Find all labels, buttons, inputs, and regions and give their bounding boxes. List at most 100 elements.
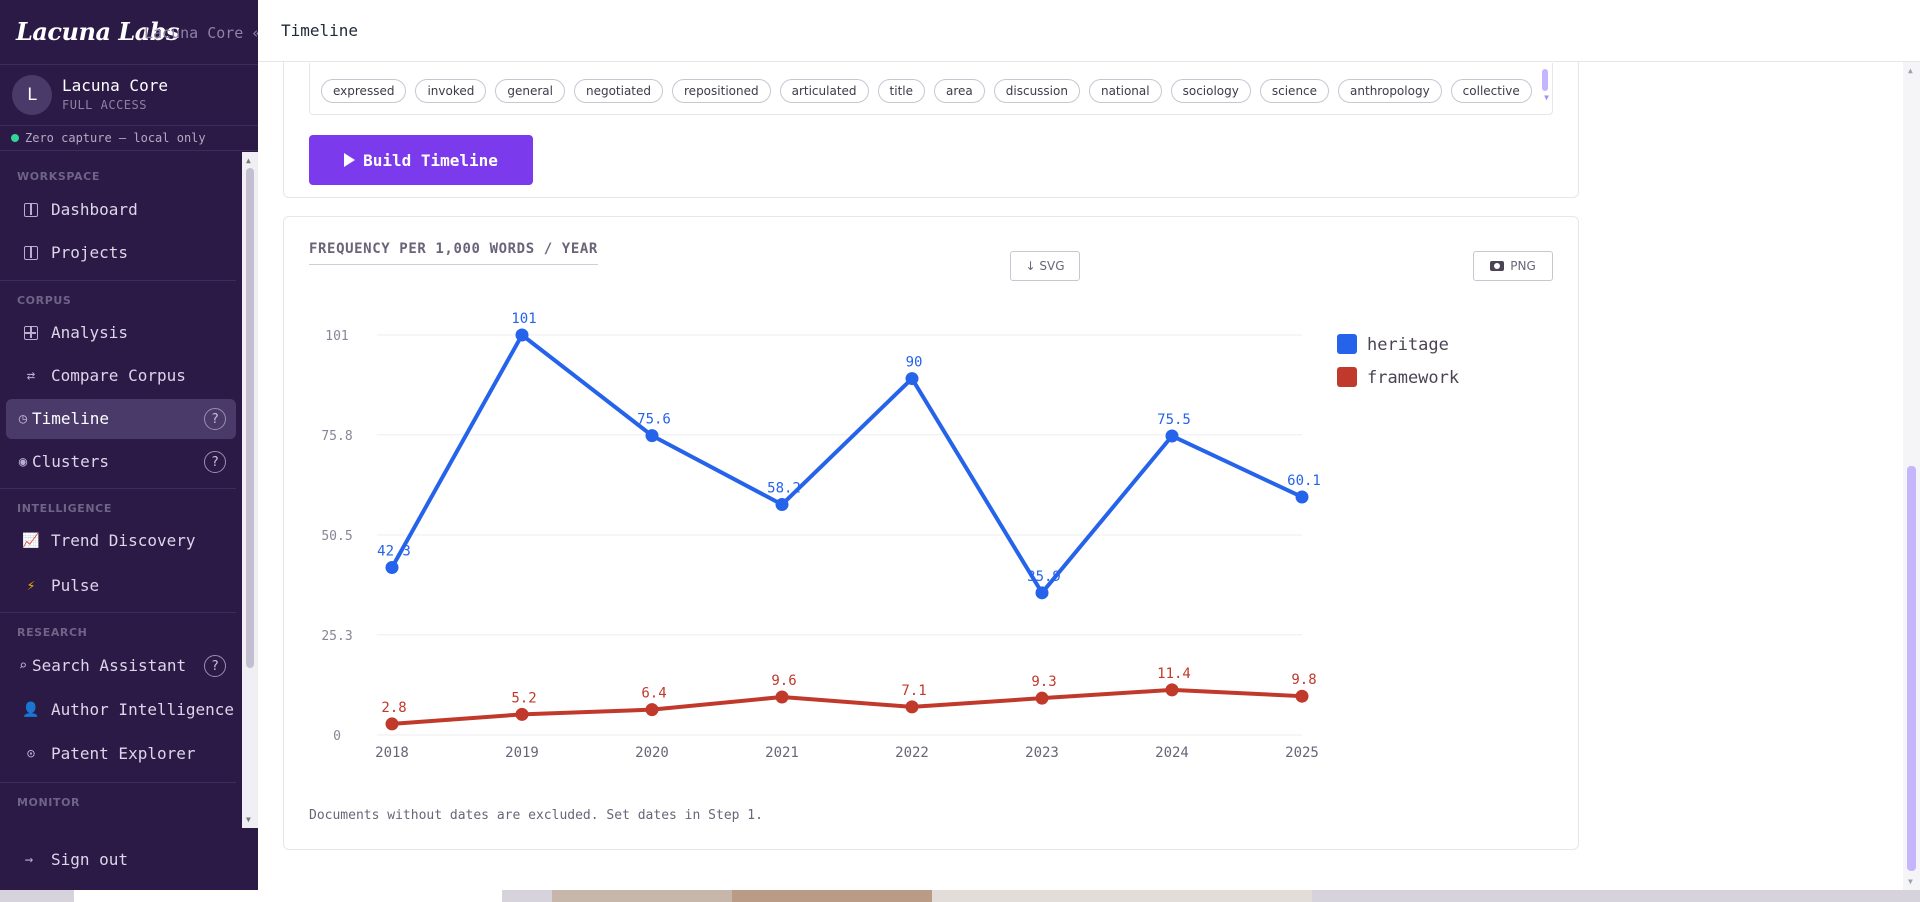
avatar: L [12,75,52,115]
sign-out-icon: → [24,852,34,868]
page-scrollbar[interactable]: ▲ ▼ [1903,62,1920,890]
term-chip[interactable]: anthropology [1338,79,1442,103]
terms-list: expressed invoked general negotiated reposit… [309,63,1553,115]
nav-section-monitor: MONITOR [17,796,81,809]
data-label: 75.6 [637,412,671,428]
term-chip[interactable]: sociology [1170,79,1251,103]
term-chip[interactable]: national [1088,79,1162,103]
data-point [1295,689,1309,703]
data-point [1165,429,1179,443]
data-label: 11.4 [1157,666,1191,682]
term-chip[interactable]: general [495,79,565,103]
data-point [385,560,399,574]
data-point [1295,490,1309,504]
taskbar-thumbnail [932,890,1312,902]
data-label: 60.1 [1287,473,1321,489]
build-timeline-button[interactable]: Build Timeline [309,135,533,185]
nav-section-corpus: CORPUS [17,294,72,307]
scrollbar-thumb[interactable] [1907,466,1916,871]
data-label: 6.4 [641,686,666,702]
series-line-heritage [390,333,1303,595]
export-svg-button[interactable]: ↓ SVG [1010,251,1080,281]
frequency-chart-card: 0 25.3 50.5 75.8 101 2018 2019 2020 2021 2022 2023… [283,216,1579,850]
data-point [905,700,919,714]
build-timeline-label: Build Timeline [363,150,498,170]
privacy-status-text: Zero capture — local only [25,131,206,145]
brand-row: Lacuna Labs Lacuna Core « [0,0,258,64]
sidebar-item-label: Timeline [32,409,110,428]
chart-icon: 📈 [22,533,40,549]
sidebar-item-analysis[interactable]: Analysis [6,313,236,353]
scrollbar-thumb[interactable] [246,168,254,668]
taskbar-thumbnail [552,890,732,902]
grid-icon [22,324,40,342]
term-chip[interactable]: repositioned [672,79,771,103]
sidebar-item-label: Analysis [51,323,129,342]
sidebar-item-label: Pulse [51,576,100,595]
help-icon[interactable]: ? [204,408,226,430]
sidebar-item-compare-corpus[interactable]: ⇄ Compare Corpus [6,356,236,396]
sidebar-item-label: Search Assistant [32,656,187,675]
taskbar-window[interactable] [74,890,502,902]
data-label: 7.1 [901,683,926,699]
sidebar-item-label: Trend Discovery [51,531,196,550]
term-chip[interactable]: negotiated [573,79,664,103]
main-content: expressed invoked general negotiated reposit… [258,62,1903,890]
sidebar-item-pulse[interactable]: ⚡ Pulse [6,566,236,606]
data-point [515,328,529,342]
columns-icon [22,201,40,219]
term-chip[interactable]: title [877,79,925,103]
data-label: 75.5 [1157,412,1191,428]
sidebar-item-label: Clusters [32,452,110,471]
nav-divider [0,488,236,489]
status-dot-icon [11,134,19,142]
sidebar-item-dashboard[interactable]: Dashboard [6,190,236,230]
columns-icon [22,244,40,262]
chart-title: FREQUENCY PER 1,000 WORDS / YEAR [309,241,598,265]
scroll-up-icon[interactable]: ▲ [1908,66,1913,75]
data-point [775,690,789,704]
sidebar-item-clusters[interactable]: ◉ Clusters ? [6,442,236,482]
data-label: 90 [906,355,923,371]
x-tick-label: 2023 [1025,745,1059,761]
scroll-down-icon[interactable]: ▼ [1908,877,1913,886]
term-chip[interactable]: expressed [321,79,407,103]
data-label: 101 [511,311,536,327]
scroll-up-icon[interactable]: ▲ [246,156,251,165]
bolt-icon: ⚡ [26,578,36,594]
legend-swatch [1337,334,1357,354]
user-profile[interactable]: L Lacuna Core FULL ACCESS [0,64,258,126]
workspace-switcher[interactable]: Lacuna Core « [144,24,258,42]
sidebar-item-search-assistant[interactable]: ⌕ Search Assistant ? [6,646,236,686]
sidebar-item-patent-explorer[interactable]: ⊙ Patent Explorer [6,734,236,774]
scroll-down-icon[interactable]: ▼ [246,815,251,824]
sidebar-item-projects[interactable]: Projects [6,233,236,273]
terms-row: expressed invoked general negotiated reposit… [321,79,1532,103]
term-chip[interactable]: science [1259,79,1330,103]
export-png-button[interactable]: PNG [1473,251,1553,281]
privacy-status: Zero capture — local only [0,127,258,151]
data-point [1165,683,1179,697]
term-chip[interactable]: area [934,79,985,103]
scroll-down-icon[interactable]: ▼ [1544,93,1549,102]
data-label: 42.3 [377,543,411,559]
top-header: Timeline [258,0,1920,62]
term-chip[interactable]: discussion [993,79,1080,103]
sidebar-item-author-intelligence[interactable]: 👤 Author Intelligence [6,690,236,730]
terms-scrollbar-thumb[interactable] [1542,69,1548,91]
y-tick-label: 101 [325,329,348,344]
term-chip[interactable]: articulated [779,79,869,103]
data-label: 9.6 [771,673,796,689]
sidebar-item-trend-discovery[interactable]: 📈 Trend Discovery [6,521,236,561]
taskbar-thumbnail [732,890,932,902]
data-label: 2.8 [381,700,406,716]
sign-out-label: Sign out [51,850,129,869]
help-icon[interactable]: ? [204,451,226,473]
term-chip[interactable]: invoked [415,79,487,103]
sidebar-scrollbar[interactable]: ▲ ▼ [242,152,258,828]
sidebar-item-timeline[interactable]: ◷ Timeline ? [6,399,236,439]
sign-out-button[interactable]: → Sign out [0,840,258,880]
timeline-setup-card: expressed invoked general negotiated reposit… [283,62,1579,198]
help-icon[interactable]: ? [204,655,226,677]
term-chip[interactable]: collective [1450,79,1532,103]
